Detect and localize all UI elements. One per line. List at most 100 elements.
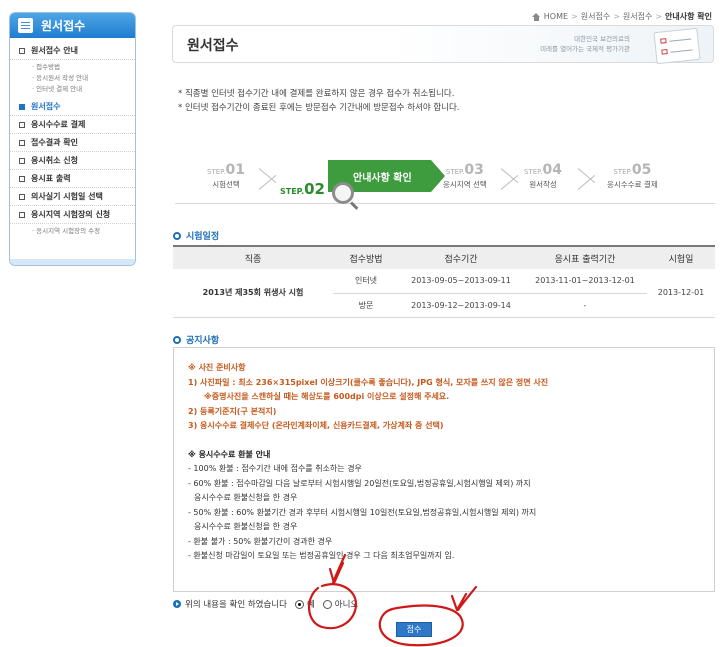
schedule-table: 직종 접수방법 접수기간 응시표 출력기간 시험일 2013년 제35회 위생사… — [173, 245, 715, 318]
refund-line: 응시수수료 환불신청을 한 경우 — [194, 493, 298, 502]
section-title-text: 공지사항 — [186, 336, 220, 346]
step-1: STEP.01 시험선택 — [207, 162, 245, 190]
radio-yes[interactable] — [294, 599, 304, 609]
table-header: 접수방법 — [333, 245, 399, 269]
radio-no-label[interactable]: 아니오 — [335, 598, 358, 610]
submit-button[interactable]: 접수 — [396, 622, 432, 637]
step-number: 05 — [631, 162, 652, 178]
table-header: 시험일 — [647, 245, 715, 269]
notice-box[interactable]: ※ 사진 준비사항 1) 사진파일 : 최소 236×315pixel 이상크기… — [173, 347, 715, 592]
line-decoration — [670, 49, 693, 53]
bullet-icon — [19, 211, 25, 218]
sidebar: 원서접수 원서접수 안내 접수방법 응시원서 작성 안내 인터넷 결제 안내 원… — [9, 12, 136, 266]
table-row: 2013년 제35회 위생사 시험 인터넷 2013-09-05~2013-09… — [173, 269, 715, 318]
breadcrumb-item[interactable]: 원서접수 — [581, 11, 610, 22]
sidebar-subitem-form-guide[interactable]: 응시원서 작성 안내 — [32, 73, 135, 84]
step-progress: STEP.01 시험선택 STEP.02 안내사항 확인 STEP.03 응시지… — [175, 152, 715, 204]
note-line: 직종별 인터넷 접수기간 내에 결제를 완료하지 않은 경우 접수가 취소됩니다… — [178, 87, 460, 101]
photo-note: ※증명사진을 스캔하실 때는 해상도를 600dpi 이상으로 설정해 주세요. — [204, 392, 450, 401]
sidebar-header: 원서접수 — [10, 13, 135, 38]
photo-requirement: 2) 등록기준지(구 본적지) — [188, 406, 277, 416]
step-4: STEP.04 원서작성 — [524, 162, 562, 190]
breadcrumb-separator: > — [571, 12, 578, 21]
confirm-question: 위의 내용을 확인 하였습니다 — [185, 600, 287, 610]
breadcrumb-item[interactable]: 원서접수 — [623, 11, 652, 22]
sidebar-item-label: 응시표 출력 — [31, 174, 71, 183]
apply-method: 인터넷 — [333, 269, 399, 294]
header-slogan: 대한민국 보건의료의 미래를 열어가는 국제적 평가기관 — [540, 34, 630, 54]
slogan-line: 미래를 열어가는 국제적 평가기관 — [540, 45, 630, 53]
radio-yes-label[interactable]: 예 — [307, 598, 315, 610]
photo-requirement: 3) 응시수수료 결제수단 (온라인계좌이체, 신용카드결제, 가상계좌 중 선… — [188, 421, 444, 430]
page-header: 원서접수 대한민국 보건의료의 미래를 열어가는 국제적 평가기관 — [172, 25, 714, 65]
sidebar-title: 원서접수 — [41, 19, 86, 33]
bullet-icon — [19, 139, 25, 146]
sidebar-item-guide[interactable]: 원서접수 안내 — [10, 42, 135, 60]
bullet-icon — [19, 175, 25, 182]
sidebar-item-region-request[interactable]: 응시지역 시험장의 신청 — [10, 206, 135, 224]
step-separator-icon — [578, 158, 600, 200]
step-number: 03 — [464, 162, 484, 178]
print-period: - — [523, 293, 647, 318]
note-line: 인터넷 접수기간이 종료된 후에는 방문접수 기간내에 방문접수 하셔야 합니다… — [178, 101, 460, 115]
sidebar-item-cancel[interactable]: 응시취소 신청 — [10, 152, 135, 170]
radio-no[interactable] — [322, 599, 332, 609]
home-icon — [531, 12, 541, 21]
sidebar-item-ticket-print[interactable]: 응시표 출력 — [10, 170, 135, 188]
print-period: 2013-11-01~2013-12-01 — [523, 269, 647, 294]
step-number: 01 — [225, 162, 245, 178]
schedule-section-title: 시험일정 — [173, 229, 219, 242]
sidebar-subitem-method[interactable]: 접수방법 — [32, 62, 135, 73]
checkbox-icon — [661, 49, 668, 55]
section-bullet-icon — [173, 335, 181, 344]
sidebar-item-label: 응시수수료 결제 — [31, 120, 86, 129]
refund-line: - 환불 불가 : 50% 환불기간이 경과한 경우 — [188, 536, 333, 546]
sidebar-item-label: 응시지역 시험장의 신청 — [31, 210, 111, 219]
apply-period: 2013-09-05~2013-09-11 — [399, 269, 523, 294]
notice-section-title: 공지사항 — [173, 333, 219, 346]
notice-content: ※ 사진 준비사항 1) 사진파일 : 최소 236×315pixel 이상크기… — [188, 361, 548, 564]
step-name: 응시수수료 결제 — [607, 180, 658, 189]
sidebar-subitem-payment-guide[interactable]: 인터넷 결제 안내 — [32, 84, 135, 95]
sidebar-item-application[interactable]: 원서접수 — [10, 98, 135, 116]
refund-line: - 환불신청 마감일이 토요일 또는 법정공휴일인 경우 그 다음 최초업무일까… — [188, 551, 455, 560]
refund-title: ※ 응시수수료 환불 안내 — [188, 449, 271, 459]
sidebar-item-result[interactable]: 접수결과 확인 — [10, 134, 135, 152]
step-separator-icon — [259, 158, 281, 200]
photo-requirement: 1) 사진파일 : 최소 236×315pixel 이상크기(클수록 좋습니다)… — [188, 377, 549, 387]
sidebar-item-practical-date[interactable]: 의사실기 시험일 선택 — [10, 188, 135, 206]
breadcrumb-separator: > — [655, 12, 663, 21]
exam-date: 2013-12-01 — [647, 269, 715, 318]
sidebar-item-fee-payment[interactable]: 응시수수료 결제 — [10, 116, 135, 134]
notice-notes: 직종별 인터넷 접수기간 내에 결제를 완료하지 않은 경우 접수가 취소됩니다… — [178, 87, 460, 115]
breadcrumb-home[interactable]: HOME — [544, 12, 568, 21]
table-header: 직종 — [173, 245, 333, 269]
sidebar-submenu: 응시지역 시험장의 수정 — [10, 224, 135, 240]
step-label: STEP. — [445, 168, 465, 176]
sidebar-item-label: 의사실기 시험일 선택 — [31, 192, 103, 201]
step-name: 원서작성 — [529, 180, 557, 189]
sidebar-menu: 원서접수 안내 접수방법 응시원서 작성 안내 인터넷 결제 안내 원서접수 응… — [10, 38, 135, 240]
refund-line: - 50% 환불 : 60% 환불기간 경과 후부터 시험시행일 10일전(토요… — [188, 507, 537, 517]
photo-title: ※ 사진 준비사항 — [188, 363, 246, 372]
step-label: STEP. — [524, 168, 543, 176]
step-label: STEP. — [207, 168, 226, 176]
breadcrumb-current: 안내사항 확인 — [665, 12, 712, 21]
sidebar-submenu: 접수방법 응시원서 작성 안내 인터넷 결제 안내 — [10, 60, 135, 98]
breadcrumb: HOME > 원서접수 > 원서접수 > 안내사항 확인 — [531, 11, 712, 22]
step-name: 시험선택 — [212, 180, 240, 189]
checkbox-icon — [660, 38, 667, 44]
sidebar-item-label: 원서접수 — [31, 102, 61, 111]
table-header: 접수기간 — [399, 245, 523, 269]
clipboard-icon — [653, 27, 701, 65]
bullet-icon — [19, 47, 25, 54]
page-title: 원서접수 — [187, 38, 239, 54]
step-label: STEP. — [280, 187, 305, 196]
sidebar-subitem-region-edit[interactable]: 응시지역 시험장의 수정 — [32, 226, 135, 237]
confirm-row: 위의 내용을 확인 하였습니다 예 아니오 — [173, 598, 358, 610]
bullet-icon — [19, 157, 25, 164]
exam-name: 2013년 제35회 위생사 시험 — [173, 269, 333, 318]
step-name: 응시지역 선택 — [443, 180, 487, 189]
line-decoration — [669, 38, 692, 42]
sidebar-item-label: 접수결과 확인 — [31, 138, 78, 147]
